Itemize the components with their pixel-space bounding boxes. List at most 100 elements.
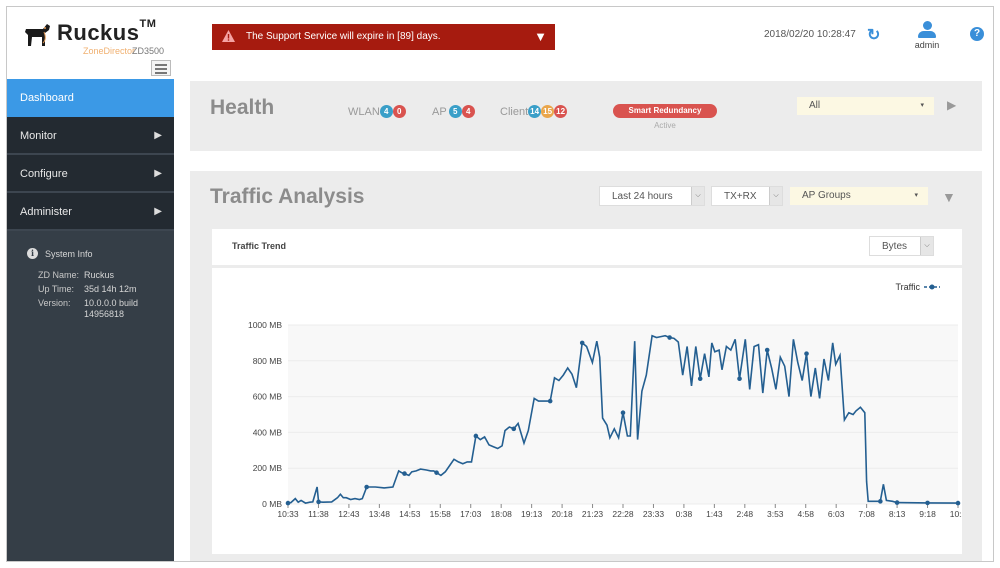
x-tick-label: 10:2 <box>950 509 962 519</box>
ap-label: AP <box>432 105 447 118</box>
y-tick-label: 800 MB <box>253 356 283 366</box>
refresh-icon[interactable]: ↻ <box>867 25 880 45</box>
system-info-row: Version: 10.0.0.0 build 14956818 <box>38 298 174 320</box>
x-tick-label: 14:53 <box>399 509 421 519</box>
traffic-chart-svg: 0 MB 200 MB 400 MB 600 MB 800 MB 1000 MB 10:3… <box>248 282 967 519</box>
time-range-select[interactable]: Last 24 hours ⌵ <box>599 186 705 206</box>
traffic-title: Traffic Analysis <box>210 185 365 208</box>
grid-band <box>288 360 958 397</box>
grid-band <box>288 468 958 504</box>
collapse-arrow-icon[interactable]: ▼ <box>942 189 956 205</box>
select-caret-icon: ▾ <box>920 102 924 109</box>
data-point[interactable] <box>285 500 291 506</box>
submenu-arrow-icon: ▶ <box>154 168 162 179</box>
data-point[interactable] <box>473 433 479 439</box>
sidebar-item-administer[interactable]: Administer ▶ <box>7 193 174 231</box>
info-value: Ruckus <box>84 270 115 280</box>
info-value: 10.0.0.0 build 14956818 <box>84 298 139 319</box>
user-menu[interactable]: admin <box>912 21 942 55</box>
grid-band <box>288 325 958 361</box>
model-name: ZD3500 <box>132 46 165 56</box>
sidebar-item-dashboard[interactable]: Dashboard <box>7 79 174 117</box>
x-tick-label: 15:58 <box>430 509 452 519</box>
chevron-down-icon: ⌵ <box>920 237 933 255</box>
support-expiry-alert[interactable]: The Support Service will expire in [89] … <box>212 24 555 50</box>
time-range-value: Last 24 hours <box>612 191 673 202</box>
x-tick-label: 23:33 <box>643 509 665 519</box>
ruckus-logo[interactable]: RuckusTM ZoneDirector ZD3500 <box>19 15 179 59</box>
smart-redundancy-status: Active <box>654 121 676 130</box>
chart-legend: Traffic <box>895 282 940 292</box>
direction-select[interactable]: TX+RX ⌵ <box>711 186 783 206</box>
wlan-stat[interactable]: WLAN 4 0 <box>348 105 406 118</box>
caret-down-icon[interactable]: ▼ <box>534 29 547 44</box>
health-title: Health <box>210 96 275 119</box>
traffic-trend-header: Traffic Trend Bytes ⌵ <box>212 229 962 265</box>
top-header: RuckusTM ZoneDirector ZD3500 The Support… <box>7 7 993 59</box>
hamburger-menu-icon[interactable] <box>151 60 171 76</box>
data-point[interactable] <box>667 335 672 340</box>
x-tick-label: 20:18 <box>551 509 573 519</box>
ap-groups-select[interactable]: AP Groups ▾ <box>790 187 928 205</box>
y-tick-label: 400 MB <box>253 427 283 437</box>
unit-value: Bytes <box>882 241 908 252</box>
data-point[interactable] <box>620 410 626 416</box>
traffic-trend-label: Traffic Trend <box>232 241 287 251</box>
username: admin <box>914 40 940 50</box>
data-point[interactable] <box>547 398 553 404</box>
wlan-down-badge: 0 <box>392 105 406 118</box>
data-point[interactable] <box>955 500 961 506</box>
x-tick-label: 13:48 <box>369 509 391 519</box>
x-tick-label: 9:18 <box>919 509 936 519</box>
x-tick-label: 4:58 <box>797 509 814 519</box>
x-tick-label: 11:38 <box>308 509 329 519</box>
x-tick-label: 12:43 <box>338 509 360 519</box>
brand-name: RuckusTM <box>57 18 157 45</box>
smart-redundancy-badge[interactable]: Smart Redundancy <box>613 104 717 118</box>
data-point[interactable] <box>579 340 585 346</box>
y-tick-label: 600 MB <box>253 392 283 402</box>
sidebar-item-label: Configure <box>20 168 68 180</box>
x-tick-label: 6:03 <box>828 509 845 519</box>
info-icon: i <box>27 248 38 259</box>
x-tick-label: 1:43 <box>706 509 723 519</box>
wlan-label: WLAN <box>348 105 380 118</box>
x-tick-label: 3:53 <box>767 509 784 519</box>
sidebar-item-configure[interactable]: Configure ▶ <box>7 155 174 193</box>
info-key: ZD Name: <box>38 270 80 280</box>
data-point[interactable] <box>316 499 321 505</box>
sidebar-item-monitor[interactable]: Monitor ▶ <box>7 117 174 155</box>
data-point[interactable] <box>697 376 703 381</box>
data-point[interactable] <box>737 376 742 381</box>
data-point[interactable] <box>925 500 930 506</box>
product-name: ZoneDirector <box>83 46 136 56</box>
ruckus-dog-icon <box>25 24 50 46</box>
health-filter-select[interactable]: All ▾ <box>797 97 934 115</box>
data-point[interactable] <box>878 499 883 504</box>
ap-stat[interactable]: AP 5 4 <box>432 105 475 118</box>
expand-arrow-icon[interactable]: ▶ <box>947 98 956 112</box>
direction-value: TX+RX <box>724 191 757 202</box>
data-point[interactable] <box>804 351 809 356</box>
sidebar-item-label: Monitor <box>20 130 57 142</box>
data-point[interactable] <box>434 470 439 475</box>
x-tick-label: 2:48 <box>737 509 754 519</box>
traffic-analysis-panel: Traffic Analysis Last 24 hours ⌵ TX+RX ⌵… <box>190 171 982 561</box>
help-icon[interactable]: ? <box>970 27 984 41</box>
client-fair-badge: 15 <box>541 105 555 118</box>
data-point[interactable] <box>364 484 369 490</box>
sidebar-item-label: Dashboard <box>20 92 74 104</box>
data-point[interactable] <box>764 347 770 353</box>
x-tick-label: 19:13 <box>521 509 543 519</box>
data-point[interactable] <box>402 471 407 476</box>
data-point[interactable] <box>894 500 900 505</box>
x-tick-label: 7:08 <box>858 509 875 519</box>
data-point[interactable] <box>511 426 517 432</box>
x-tick-label: 0:38 <box>676 509 693 519</box>
alert-message: The Support Service will expire in [89] … <box>246 31 441 42</box>
client-stat[interactable]: Client 14 15 12 <box>500 105 568 118</box>
chevron-down-icon: ⌵ <box>691 187 704 205</box>
user-icon-body <box>918 31 936 38</box>
unit-select[interactable]: Bytes ⌵ <box>869 236 934 256</box>
client-poor-badge: 12 <box>554 105 568 118</box>
